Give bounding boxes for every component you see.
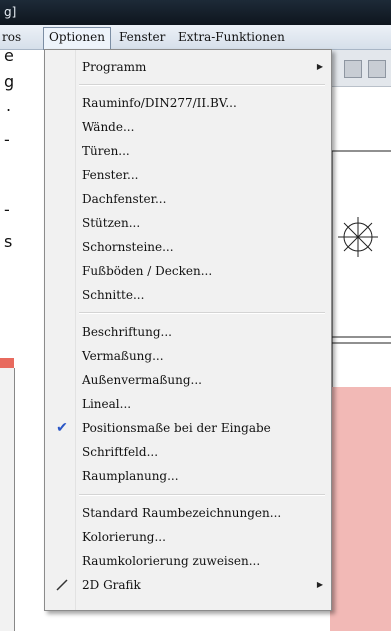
optionen-dropdown-menu: Programm ▶ Rauminfo/DIN277/II.BV... Wänd…	[44, 49, 332, 611]
left-text-2: g	[4, 72, 15, 91]
menu-item-label: Vermaßung...	[82, 349, 164, 363]
menu-item-label: Wände...	[82, 120, 135, 134]
menu-item-label: Kolorierung...	[82, 530, 166, 544]
drawing-toolbar	[330, 50, 391, 87]
menu-item-label: Türen...	[82, 144, 130, 158]
menu-optionen[interactable]: Optionen	[43, 27, 111, 50]
menu-item-2d-grafik[interactable]: 2D Grafik ▶	[45, 573, 331, 597]
menu-item-label: Fenster...	[82, 168, 139, 182]
red-accent-bar	[0, 358, 14, 368]
menu-item-lineal[interactable]: Lineal...	[45, 392, 331, 416]
menu-item-tueren[interactable]: Türen...	[45, 139, 331, 163]
menu-item-stuetzen[interactable]: Stützen...	[45, 211, 331, 235]
left-text-6: s	[4, 232, 13, 251]
menu-item-label: 2D Grafik	[82, 578, 141, 592]
menu-item-label: Positionsmaße bei der Eingabe	[82, 421, 271, 435]
left-panel: e g . - - s	[0, 46, 44, 631]
menu-separator	[79, 494, 325, 496]
window-title-fragment: g]	[4, 5, 17, 19]
menu-item-label: Fußböden / Decken...	[82, 264, 213, 278]
menu-item-schornsteine[interactable]: Schornsteine...	[45, 235, 331, 259]
menu-item-raumkolorierung-zuweisen[interactable]: Raumkolorierung zuweisen...	[45, 549, 331, 573]
toolbar-window-icon[interactable]	[368, 60, 386, 78]
menu-extra-funktionen[interactable]: Extra-Funktionen	[178, 28, 285, 46]
menu-item-positionsmasse[interactable]: ✔ Positionsmaße bei der Eingabe	[45, 416, 331, 440]
toolbar-button-icon[interactable]	[344, 60, 362, 78]
left-text-4: -	[4, 130, 10, 149]
menu-item-waende[interactable]: Wände...	[45, 115, 331, 139]
menu-separator	[79, 312, 325, 314]
left-text-3: .	[6, 96, 12, 115]
title-bar: g]	[0, 0, 391, 25]
menu-item-label: Schriftfeld...	[82, 445, 159, 459]
menu-item-dachfenster[interactable]: Dachfenster...	[45, 187, 331, 211]
menu-item-label: Raumplanung...	[82, 469, 179, 483]
menu-item-programm[interactable]: Programm ▶	[45, 55, 331, 79]
menu-item-raumplanung[interactable]: Raumplanung...	[45, 464, 331, 488]
menu-item-kolorierung[interactable]: Kolorierung...	[45, 525, 331, 549]
menu-fenster[interactable]: Fenster	[119, 28, 165, 46]
menu-item-standard-raumbezeichnungen[interactable]: Standard Raumbezeichnungen...	[45, 501, 331, 525]
menu-item-beschriftung[interactable]: Beschriftung...	[45, 320, 331, 344]
drawing-area[interactable]	[330, 50, 391, 631]
submenu-arrow-icon: ▶	[316, 62, 323, 71]
menu-item-schriftfeld[interactable]: Schriftfeld...	[45, 440, 331, 464]
left-text-5: -	[4, 200, 10, 219]
menu-item-label: Rauminfo/DIN277/II.BV...	[82, 96, 237, 110]
left-text-1: e	[4, 46, 14, 65]
menu-item-label: Schornsteine...	[82, 240, 174, 254]
plan-canvas[interactable]	[330, 87, 391, 631]
menu-item-label: Lineal...	[82, 397, 132, 411]
menu-item-rauminfo[interactable]: Rauminfo/DIN277/II.BV...	[45, 91, 331, 115]
menu-item-aussenvermassung[interactable]: Außenvermaßung...	[45, 368, 331, 392]
menu-ros[interactable]: ros	[2, 28, 21, 46]
menu-item-label: Schnitte...	[82, 288, 145, 302]
submenu-arrow-icon: ▶	[316, 580, 323, 589]
menu-item-schnitte[interactable]: Schnitte...	[45, 283, 331, 307]
menu-item-fenster[interactable]: Fenster...	[45, 163, 331, 187]
menu-item-label: Programm	[82, 60, 147, 74]
menu-item-fussboeden-decken[interactable]: Fußböden / Decken...	[45, 259, 331, 283]
pencil-line-icon	[54, 573, 70, 600]
menu-item-label: Beschriftung...	[82, 325, 172, 339]
menu-item-label: Standard Raumbezeichnungen...	[82, 506, 282, 520]
menu-separator	[79, 84, 325, 86]
room-fill-pink	[330, 387, 391, 631]
menu-item-label: Dachfenster...	[82, 192, 167, 206]
menu-item-label: Raumkolorierung zuweisen...	[82, 554, 261, 568]
left-subpanel	[0, 368, 15, 631]
menu-item-label: Außenvermaßung...	[82, 373, 202, 387]
checkmark-icon: ✔	[56, 420, 68, 436]
menu-item-label: Stützen...	[82, 216, 141, 230]
menu-item-vermassung[interactable]: Vermaßung...	[45, 344, 331, 368]
menu-bar: ros Optionen Fenster Extra-Funktionen	[0, 25, 391, 50]
